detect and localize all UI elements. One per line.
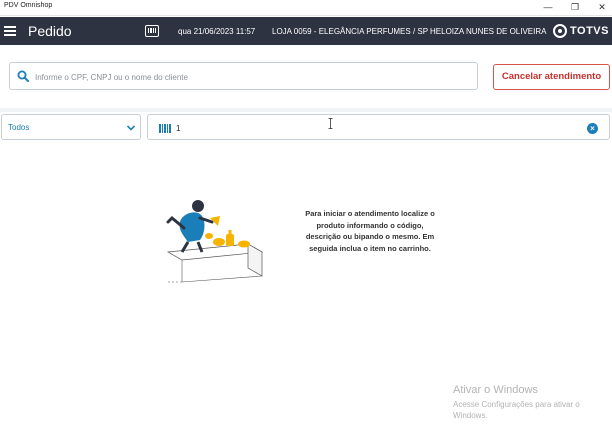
brand-name: TOTVS: [570, 25, 609, 37]
restore-button[interactable]: ❐: [569, 2, 581, 13]
product-search-input[interactable]: [176, 121, 576, 135]
page-title: Pedido: [28, 23, 72, 39]
customer-search-input[interactable]: [35, 69, 465, 85]
windows-activation-title: Ativar o Windows: [453, 384, 538, 396]
empty-state-message: Para iniciar o atendimento localize o pr…: [305, 209, 435, 253]
product-search-box[interactable]: ×: [147, 114, 610, 140]
section-divider: [0, 108, 612, 112]
chevron-down-icon: [126, 125, 136, 131]
close-window-button[interactable]: ✕: [596, 2, 608, 13]
totvs-logo-icon: [553, 24, 567, 38]
app-header: Pedido qua 21/06/2023 11:57 LOJA 0059 - …: [0, 17, 612, 45]
app-window: PDV Omnishop — ❐ ✕ Pedido qua 21/06/2023…: [0, 0, 612, 438]
minimize-button[interactable]: —: [542, 2, 554, 13]
close-circle-icon[interactable]: ×: [587, 123, 598, 134]
category-filter-select[interactable]: Todos: [1, 114, 141, 140]
header-user: HELOIZA NUNES DE OLIVEIRA: [430, 27, 547, 36]
windows-activation-subtitle: Acesse Configurações para ativar o Windo…: [453, 400, 580, 420]
window-titlebar: PDV Omnishop — ❐ ✕: [0, 0, 612, 16]
barcode-icon: [159, 124, 172, 133]
customer-search-box[interactable]: [9, 62, 478, 90]
window-title: PDV Omnishop: [4, 2, 53, 9]
header-store: LOJA 0059 - ELEGÂNCIA PERFUMES / SP: [272, 27, 429, 36]
text-cursor-icon: [328, 118, 333, 129]
person-scanning-products-illustration: [166, 200, 264, 283]
cancel-service-button[interactable]: Cancelar atendimento: [493, 64, 610, 90]
search-icon: [17, 70, 29, 82]
menu-icon[interactable]: [4, 26, 16, 36]
category-filter-value: Todos: [8, 123, 30, 132]
header-datetime: qua 21/06/2023 11:57: [178, 27, 256, 36]
barcode-icon[interactable]: [145, 25, 159, 37]
